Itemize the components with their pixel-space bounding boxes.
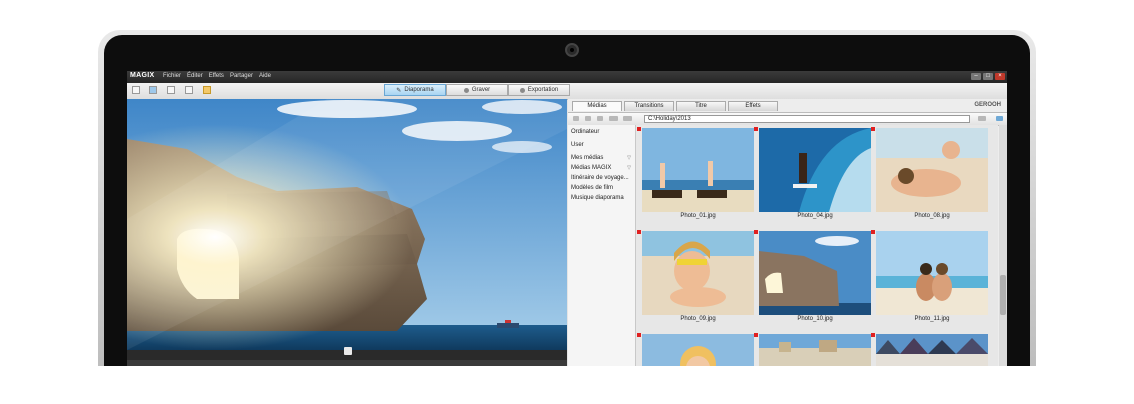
close-icon[interactable]: × bbox=[995, 73, 1005, 80]
sort-icon[interactable] bbox=[623, 116, 632, 121]
magic-wand-icon[interactable] bbox=[203, 86, 211, 94]
grid-scrollbar[interactable] bbox=[999, 125, 1007, 366]
marker-icon bbox=[754, 333, 758, 337]
preview-monitor[interactable] bbox=[127, 99, 567, 350]
webcam bbox=[565, 43, 579, 57]
marker-icon bbox=[871, 127, 875, 131]
save-icon[interactable] bbox=[167, 86, 175, 94]
thumbnail-grid: Photo_01.jpg Photo_04.jpg Photo_08.jpg P… bbox=[636, 125, 998, 366]
thumbnail-image bbox=[642, 231, 754, 315]
mode-switcher: ✎ Diaporama Graver Exportation bbox=[384, 84, 570, 96]
forward-icon[interactable] bbox=[585, 116, 591, 121]
thumbnail-caption: Photo_08.jpg bbox=[914, 213, 950, 219]
maximize-icon[interactable]: □ bbox=[983, 73, 993, 80]
marker-icon bbox=[754, 230, 758, 234]
thumbnail-image bbox=[876, 231, 988, 315]
thumbnail-caption: Photo_10.jpg bbox=[797, 316, 833, 322]
view-icon[interactable] bbox=[609, 116, 618, 121]
tree-item-modeles-film[interactable]: Modèles de film bbox=[571, 185, 631, 191]
marker-icon bbox=[871, 333, 875, 337]
menu-item-partager[interactable]: Partager bbox=[230, 73, 253, 79]
tab-effets[interactable]: Effets bbox=[728, 101, 778, 111]
thumbnail-item[interactable]: Photo_08.jpg bbox=[871, 127, 988, 219]
thumbnail-item[interactable] bbox=[637, 333, 754, 366]
tree-item-medias-magix[interactable]: Médias MAGIX ▽ bbox=[571, 165, 631, 171]
thumbnail-image bbox=[759, 231, 871, 315]
slideshow-icon: ✎ bbox=[396, 87, 402, 94]
thumbnail-caption: Photo_11.jpg bbox=[914, 316, 950, 322]
thumbnail-image bbox=[759, 334, 871, 366]
tree-item-itineraire[interactable]: Itinéraire de voyage... bbox=[571, 175, 631, 181]
marker-icon bbox=[637, 333, 641, 337]
path-toolbar: C:\Holiday\2013 bbox=[568, 112, 1007, 126]
thumbnail-caption: Photo_09.jpg bbox=[680, 316, 716, 322]
thumbnail-caption: Photo_01.jpg bbox=[680, 213, 716, 219]
marker-icon bbox=[754, 127, 758, 131]
preview-image bbox=[127, 99, 567, 350]
menu-item-effets[interactable]: Effets bbox=[209, 73, 224, 79]
brand-logo: GEROOH bbox=[974, 102, 1001, 108]
tree-item-user[interactable]: User bbox=[571, 142, 631, 148]
marker-icon bbox=[637, 230, 641, 234]
main-toolbar: ✎ Diaporama Graver Exportation bbox=[127, 83, 1007, 100]
folder-tree: Ordinateur User Mes médias ▽ Médias MAGIX… bbox=[568, 125, 636, 366]
open-folder-icon[interactable] bbox=[149, 86, 157, 94]
chevron-down-icon[interactable]: ▽ bbox=[627, 165, 631, 171]
thumbnail-item[interactable]: Photo_10.jpg bbox=[754, 230, 871, 322]
app-window: MAGIX Fichier Éditer Effets Partager Aid… bbox=[127, 71, 1007, 366]
title-bar: MAGIX Fichier Éditer Effets Partager Aid… bbox=[127, 71, 1007, 83]
thumbnail-image bbox=[642, 128, 754, 212]
menu-bar: Fichier Éditer Effets Partager Aide bbox=[163, 73, 271, 79]
marker-icon bbox=[871, 230, 875, 234]
menu-item-editer[interactable]: Éditer bbox=[187, 73, 203, 79]
new-file-icon[interactable] bbox=[132, 86, 140, 94]
page-background bbox=[0, 366, 1134, 404]
tree-item-ordinateur[interactable]: Ordinateur bbox=[571, 129, 631, 135]
up-icon[interactable] bbox=[597, 116, 603, 121]
media-pool: Médias Transitions Titre Effets GEROOH C… bbox=[568, 99, 1007, 366]
thumbnail-item[interactable] bbox=[871, 333, 988, 366]
menu-item-aide[interactable]: Aide bbox=[259, 73, 271, 79]
tab-transitions[interactable]: Transitions bbox=[624, 101, 674, 111]
thumbnail-image bbox=[876, 128, 988, 212]
thumbnail-item[interactable]: Photo_01.jpg bbox=[637, 127, 754, 219]
back-icon[interactable] bbox=[573, 116, 579, 121]
app-logo: MAGIX bbox=[130, 72, 155, 79]
chevron-down-icon[interactable]: ▽ bbox=[627, 155, 631, 161]
thumbnail-item[interactable] bbox=[754, 333, 871, 366]
tab-medias[interactable]: Médias bbox=[572, 101, 622, 111]
thumbnail-caption: Photo_04.jpg bbox=[797, 213, 833, 219]
thumbnail-image bbox=[876, 334, 988, 366]
window-controls: – □ × bbox=[971, 73, 1005, 80]
playhead-handle[interactable] bbox=[344, 347, 352, 355]
thumbnail-item[interactable]: Photo_11.jpg bbox=[871, 230, 988, 322]
scrollbar-thumb[interactable] bbox=[1000, 275, 1006, 315]
thumbnail-image bbox=[642, 334, 754, 366]
menu-item-fichier[interactable]: Fichier bbox=[163, 73, 181, 79]
search-icon[interactable] bbox=[978, 116, 986, 121]
import-icon[interactable] bbox=[185, 86, 193, 94]
timeline-scrubber[interactable] bbox=[127, 347, 567, 360]
tab-titre[interactable]: Titre bbox=[676, 101, 726, 111]
mode-tab-exportation[interactable]: Exportation bbox=[508, 84, 570, 96]
thumbnail-item[interactable]: Photo_09.jpg bbox=[637, 230, 754, 322]
thumbnail-item[interactable]: Photo_04.jpg bbox=[754, 127, 871, 219]
tree-item-mes-medias[interactable]: Mes médias ▽ bbox=[571, 155, 631, 161]
media-tabs: Médias Transitions Titre Effets bbox=[572, 101, 778, 112]
tree-item-musique-diaporama[interactable]: Musique diaporama bbox=[571, 195, 631, 201]
minimize-icon[interactable]: – bbox=[971, 73, 981, 80]
mode-tab-graver[interactable]: Graver bbox=[446, 84, 508, 96]
disc-icon bbox=[463, 87, 469, 93]
export-icon bbox=[519, 87, 525, 93]
mode-tab-diaporama[interactable]: ✎ Diaporama bbox=[384, 84, 446, 96]
layout-icon[interactable] bbox=[996, 116, 1003, 121]
thumbnail-image bbox=[759, 128, 871, 212]
path-field[interactable]: C:\Holiday\2013 bbox=[644, 115, 970, 123]
marker-icon bbox=[637, 127, 641, 131]
